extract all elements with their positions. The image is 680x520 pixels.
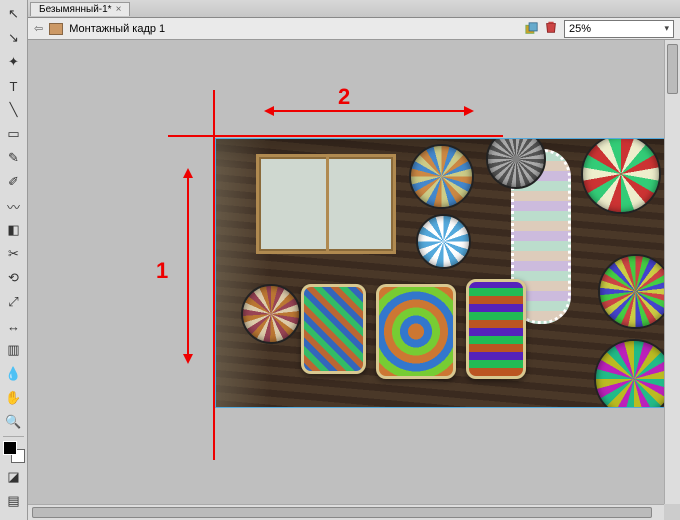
canvas-stage[interactable]: 2 1 bbox=[28, 40, 664, 504]
draw-mode[interactable]: ◪ bbox=[2, 466, 26, 488]
document-tab-title: Безымянный-1* bbox=[39, 4, 112, 15]
dimension-arrow-vertical bbox=[187, 170, 189, 362]
screen-mode[interactable]: ▤ bbox=[2, 490, 26, 512]
scrollbar-thumb[interactable] bbox=[32, 507, 652, 518]
gradient-tool[interactable]: ▥ bbox=[2, 339, 26, 361]
scrollbar-horizontal[interactable] bbox=[28, 504, 664, 520]
zoom-select[interactable]: 25% ▾ bbox=[564, 20, 674, 38]
width-tool[interactable]: ↔ bbox=[2, 315, 26, 337]
trash-icon[interactable] bbox=[544, 20, 558, 37]
rect-tool[interactable]: ▭ bbox=[2, 123, 26, 145]
zoom-tool[interactable]: 🔍 bbox=[2, 411, 26, 433]
breadcrumb-title: Монтажный кадр 1 bbox=[69, 23, 165, 35]
scrollbar-thumb[interactable] bbox=[667, 44, 678, 94]
arrange-icon[interactable] bbox=[525, 22, 538, 35]
image-tile bbox=[466, 279, 526, 379]
direct-select-tool[interactable]: ↘ bbox=[2, 27, 26, 49]
brush-tool[interactable]: ✎ bbox=[2, 147, 26, 169]
placed-image[interactable] bbox=[215, 138, 665, 408]
line-tool[interactable]: ╲ bbox=[2, 99, 26, 121]
image-plate bbox=[241, 284, 301, 344]
scale-tool[interactable]: ⤢ bbox=[2, 291, 26, 313]
dimension-arrow-horizontal bbox=[266, 110, 472, 112]
rotate-tool[interactable]: ⟲ bbox=[2, 267, 26, 289]
close-icon[interactable]: × bbox=[116, 4, 122, 15]
foreground-swatch[interactable] bbox=[3, 441, 17, 455]
eyedropper-tool[interactable]: 💧 bbox=[2, 363, 26, 385]
image-plate bbox=[594, 339, 665, 408]
eraser-tool[interactable]: ◧ bbox=[2, 219, 26, 241]
image-plate bbox=[581, 138, 661, 214]
image-plate bbox=[416, 214, 471, 269]
guide-horizontal bbox=[168, 135, 503, 137]
move-tool[interactable]: ↖ bbox=[2, 3, 26, 25]
color-swatches[interactable] bbox=[3, 441, 25, 463]
pencil-tool[interactable]: ✐ bbox=[2, 171, 26, 193]
document-tab[interactable]: Безымянный-1* × bbox=[30, 2, 130, 16]
wand-tool[interactable]: ✦ bbox=[2, 51, 26, 73]
tool-separator bbox=[3, 436, 24, 437]
image-window bbox=[256, 154, 396, 254]
scrollbar-corner bbox=[664, 504, 680, 520]
zoom-value: 25% bbox=[569, 23, 591, 35]
back-arrow-icon[interactable]: ⇦ bbox=[34, 22, 43, 35]
blob-tool[interactable]: 〰 bbox=[2, 195, 26, 217]
type-tool[interactable]: T bbox=[2, 75, 26, 97]
image-tile bbox=[376, 284, 456, 379]
image-plate bbox=[598, 254, 665, 329]
toolbox: ↖ ↘ ✦ T ╲ ▭ ✎ ✐ 〰 ◧ ✂ ⟲ ⤢ ↔ ▥ 💧 ✋ 🔍 ◪ ▤ bbox=[0, 0, 28, 520]
image-tile bbox=[301, 284, 366, 374]
chevron-down-icon: ▾ bbox=[664, 23, 669, 34]
document-tab-bar: Безымянный-1* × bbox=[0, 0, 680, 18]
image-plate bbox=[409, 144, 474, 209]
dimension-label-vertical: 1 bbox=[156, 258, 168, 284]
scrollbar-vertical[interactable] bbox=[664, 40, 680, 504]
dimension-label-horizontal: 2 bbox=[338, 84, 350, 110]
artboard-icon bbox=[49, 23, 63, 35]
breadcrumb-bar: ⇦ Монтажный кадр 1 25% ▾ bbox=[28, 18, 680, 40]
hand-tool[interactable]: ✋ bbox=[2, 387, 26, 409]
scissors-tool[interactable]: ✂ bbox=[2, 243, 26, 265]
canvas-viewport: 2 1 bbox=[28, 40, 680, 520]
